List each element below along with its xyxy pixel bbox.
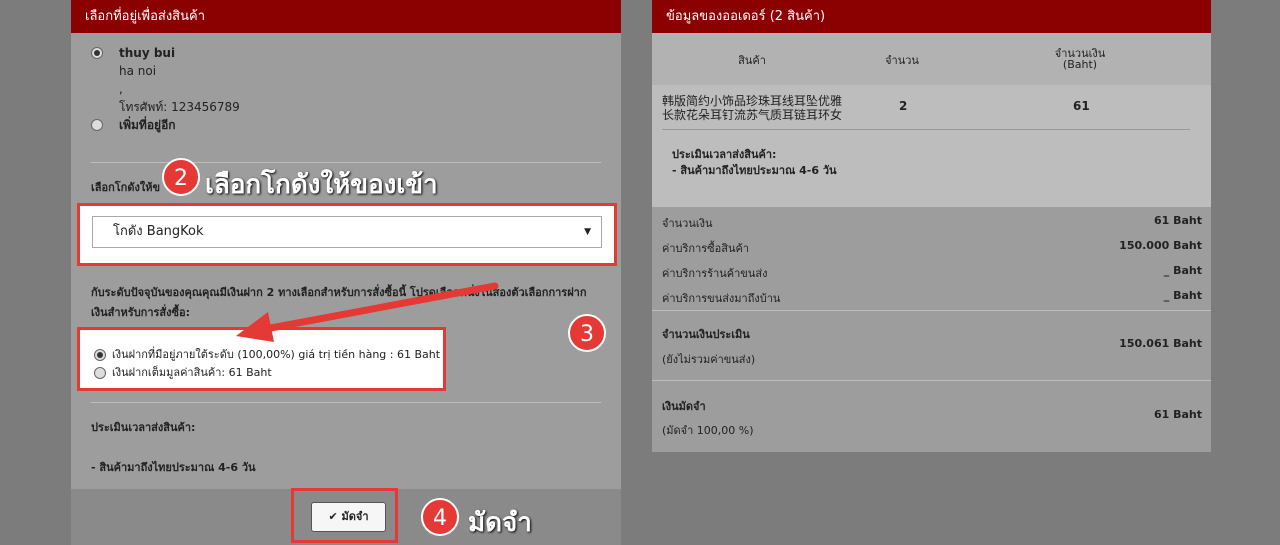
item-amount: 61: [1073, 99, 1090, 113]
deposit-button[interactable]: ✔ มัดจำ: [311, 502, 386, 532]
deposit-note: (มัดจำ 100,00 %): [662, 424, 754, 437]
deposit-value: 61 Baht: [1153, 408, 1202, 421]
address-city: ha noi: [119, 64, 157, 78]
deposit-option-full-label: เงินฝากเต็มมูลค่าสินค้า: 61 Baht: [112, 366, 272, 379]
address-name: thuy bui: [119, 46, 176, 60]
address-phone: โทรศัพท์: 123456789: [119, 100, 240, 114]
divider: [652, 380, 1211, 381]
add-address-option[interactable]: เพิ่มที่อยู่อีก: [91, 116, 240, 134]
address-list: thuy bui ha noi , โทรศัพท์: 123456789 เพ…: [91, 44, 240, 134]
address-extra: ,: [119, 82, 123, 96]
divider: [91, 402, 601, 403]
warehouse-label: เลือกโกดังให้ข: [91, 181, 160, 194]
deposit-option-full[interactable]: เงินฝากเต็มมูลค่าสินค้า: 61 Baht: [94, 363, 272, 381]
summary-value: _ Baht: [1163, 264, 1202, 277]
warehouse-select-value: โกดัง BangKok: [113, 224, 204, 239]
item-name: 韩版简约小饰品珍珠耳线耳坠优雅 长款花朵耳钉流苏气质耳链耳环女: [662, 94, 842, 122]
warehouse-highlight: โกดัง BangKok ▼: [77, 203, 617, 266]
check-icon: ✔: [328, 510, 338, 523]
divider: [652, 310, 1211, 311]
order-info-title: ข้อมูลของออเดอร์ (2 สินค้า): [652, 0, 1211, 33]
shipping-estimate-label: ประเมินเวลาส่งสินค้า:: [91, 421, 196, 434]
deposit-radio-partial[interactable]: [94, 349, 106, 361]
summary-label: ค่าบริการร้านค้าขนส่ง: [662, 267, 768, 280]
summary-label: จำนวนเงิน: [662, 217, 713, 230]
summary-row: จำนวนเงิน 61 Baht: [662, 214, 1202, 232]
summary-row: ค่าบริการขนส่งมาถึงบ้าน _ Baht: [662, 289, 1202, 307]
deposit-option-partial-label: เงินฝากที่มีอยู่ภายใต้ระดับ (100,00%) gi…: [112, 348, 441, 361]
summary-value: 61 Baht: [1153, 214, 1202, 227]
address-radio[interactable]: [91, 47, 103, 59]
delivery-panel-title: เลือกที่อยู่เพื่อส่งสินค้า: [71, 0, 621, 33]
warehouse-select[interactable]: โกดัง BangKok ▼: [92, 216, 602, 248]
callout-3-badge: 3: [568, 314, 606, 352]
item-name-line1: 韩版简约小饰品珍珠耳线耳坠优雅: [662, 94, 843, 108]
divider: [662, 129, 1190, 130]
item-name-line2: 长款花朵耳钉流苏气质耳链耳环女: [662, 108, 843, 122]
deposit-button-label: มัดจำ: [341, 510, 369, 523]
summary-row: ค่าบริการร้านค้าขนส่ง _ Baht: [662, 264, 1202, 282]
chevron-down-icon: ▼: [584, 227, 591, 237]
order-info-panel: ข้อมูลของออเดอร์ (2 สินค้า) สินค้า จำนวน…: [652, 0, 1211, 452]
col-product: สินค้า: [738, 54, 766, 67]
summary-value: 150.000 Baht: [1119, 239, 1202, 252]
deposit-label: เงินมัดจำ: [662, 400, 706, 413]
deposit-option-partial[interactable]: เงินฝากที่มีอยู่ภายใต้ระดับ (100,00%) gi…: [94, 345, 440, 363]
add-address-radio[interactable]: [91, 119, 103, 131]
summary-row: ค่าบริการซื้อสินค้า 150.000 Baht: [662, 239, 1202, 257]
item-qty: 2: [899, 99, 908, 113]
order-table-header: สินค้า จำนวน จำนวนเงิน (Baht): [652, 33, 1211, 85]
add-address-label: เพิ่มที่อยู่อีก: [119, 118, 176, 132]
shipping-estimate-value: - สินค้ามาถึงไทยประมาณ 4-6 วัน: [91, 461, 256, 474]
action-bar: ✔ มัดจำ: [71, 488, 621, 545]
deposit-radio-full[interactable]: [94, 367, 106, 379]
summary-label: ค่าบริการขนส่งมาถึงบ้าน: [662, 292, 781, 305]
callout-2-badge: 2: [162, 158, 200, 196]
col-amount-unit: (Baht): [1062, 58, 1098, 71]
summary-value: _ Baht: [1163, 289, 1202, 302]
deposit-button-highlight: ✔ มัดจำ: [291, 488, 398, 543]
address-option[interactable]: thuy bui ha noi , โทรศัพท์: 123456789: [91, 44, 240, 116]
order-item-row: 韩版简约小饰品珍珠耳线耳坠优雅 长款花朵耳钉流苏气质耳链耳环女 2 61 ประ…: [652, 85, 1211, 207]
summary-label: ค่าบริการซื้อสินค้า: [662, 242, 750, 255]
callout-4-badge: 4: [421, 498, 459, 536]
callout-4-text: มัดจำ: [468, 508, 532, 538]
callout-2-text: เลือกโกดังให้ของเข้า: [205, 170, 438, 200]
estimate-total-note: (ยังไม่รวมค่าขนส่ง): [662, 353, 756, 366]
col-qty: จำนวน: [885, 54, 919, 67]
item-estimate-value: - สินค้ามาถึงไทยประมาณ 4-6 วัน: [672, 164, 837, 177]
estimate-total-value: 150.061 Baht: [1119, 337, 1202, 350]
arrow-icon: [236, 282, 499, 342]
delivery-panel: เลือกที่อยู่เพื่อส่งสินค้า thuy bui ha n…: [71, 0, 621, 545]
